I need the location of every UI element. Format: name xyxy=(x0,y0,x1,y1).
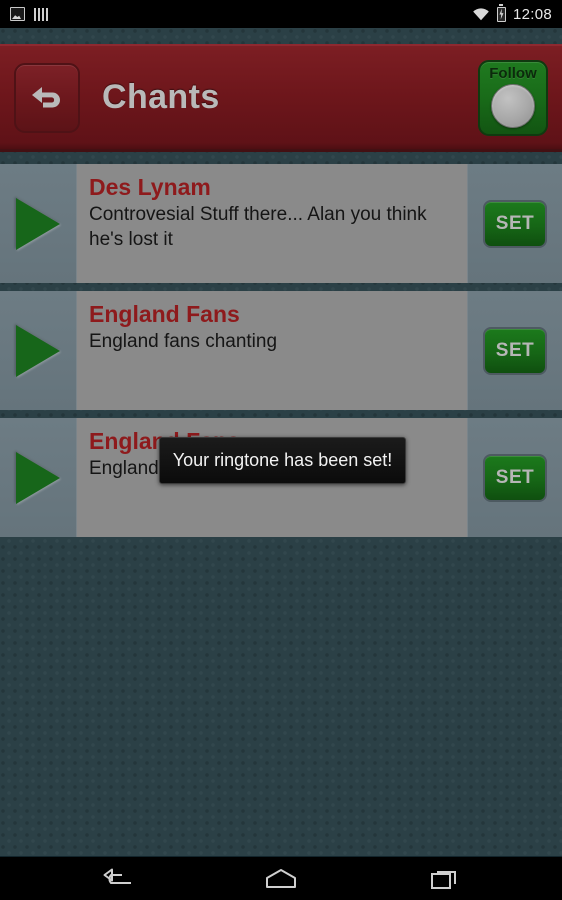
play-button[interactable] xyxy=(0,291,76,410)
follow-button-label: Follow xyxy=(489,64,537,82)
chant-title: England Fans xyxy=(89,301,240,327)
row-set-area: SET xyxy=(467,291,562,410)
follow-button-knob xyxy=(491,83,535,128)
toast-notification: Your ringtone has been set! xyxy=(159,437,406,484)
wifi-icon xyxy=(472,7,490,21)
nav-back-icon[interactable] xyxy=(90,859,144,899)
status-bar-clock: 12:08 xyxy=(512,5,552,23)
android-navigation-bar xyxy=(0,856,562,900)
row-text-area[interactable]: Des Lynam Controvesial Stuff there... Al… xyxy=(76,164,467,283)
app-header: Chants Follow xyxy=(0,44,562,152)
row-set-area: SET xyxy=(467,164,562,283)
toast-message: Your ringtone has been set! xyxy=(172,450,393,470)
bars-icon xyxy=(34,7,49,21)
set-button[interactable]: SET xyxy=(483,199,547,248)
row-set-area: SET xyxy=(467,418,562,537)
chants-list: Des Lynam Controvesial Stuff there... Al… xyxy=(0,164,562,545)
play-icon xyxy=(16,197,60,250)
table-row[interactable]: England Fans England fans chanting SET xyxy=(0,291,562,418)
status-bar-left-icons xyxy=(10,7,49,21)
nav-recents-icon[interactable] xyxy=(418,859,472,899)
nav-home-icon[interactable] xyxy=(254,859,308,899)
chant-description: Controvesial Stuff there... Alan you thi… xyxy=(89,204,427,250)
table-row[interactable]: Des Lynam Controvesial Stuff there... Al… xyxy=(0,164,562,291)
battery-charging-icon xyxy=(496,6,506,22)
set-button[interactable]: SET xyxy=(483,326,547,375)
set-button[interactable]: SET xyxy=(483,453,547,502)
chant-title: Des Lynam xyxy=(89,174,211,200)
back-button[interactable] xyxy=(14,62,80,133)
status-bar-right-icons: 12:08 xyxy=(472,6,552,23)
play-button[interactable] xyxy=(0,164,76,283)
chant-description: England fans chanting xyxy=(89,331,278,352)
follow-button[interactable]: Follow xyxy=(478,59,548,136)
row-text-area[interactable]: England Fans England fans chanting xyxy=(76,291,467,410)
app-body: Chants Follow Des Lynam Controvesial Stu… xyxy=(0,28,562,856)
play-button[interactable] xyxy=(0,418,76,537)
back-arrow-icon xyxy=(28,80,66,116)
play-icon xyxy=(16,451,60,504)
status-bar: 12:08 xyxy=(0,0,562,28)
screenshot-icon xyxy=(10,7,25,21)
page-title: Chants xyxy=(102,78,220,116)
app-screen: 12:08 Chants Follow Des Lynam Controvesi… xyxy=(0,0,562,900)
play-icon xyxy=(16,324,60,377)
